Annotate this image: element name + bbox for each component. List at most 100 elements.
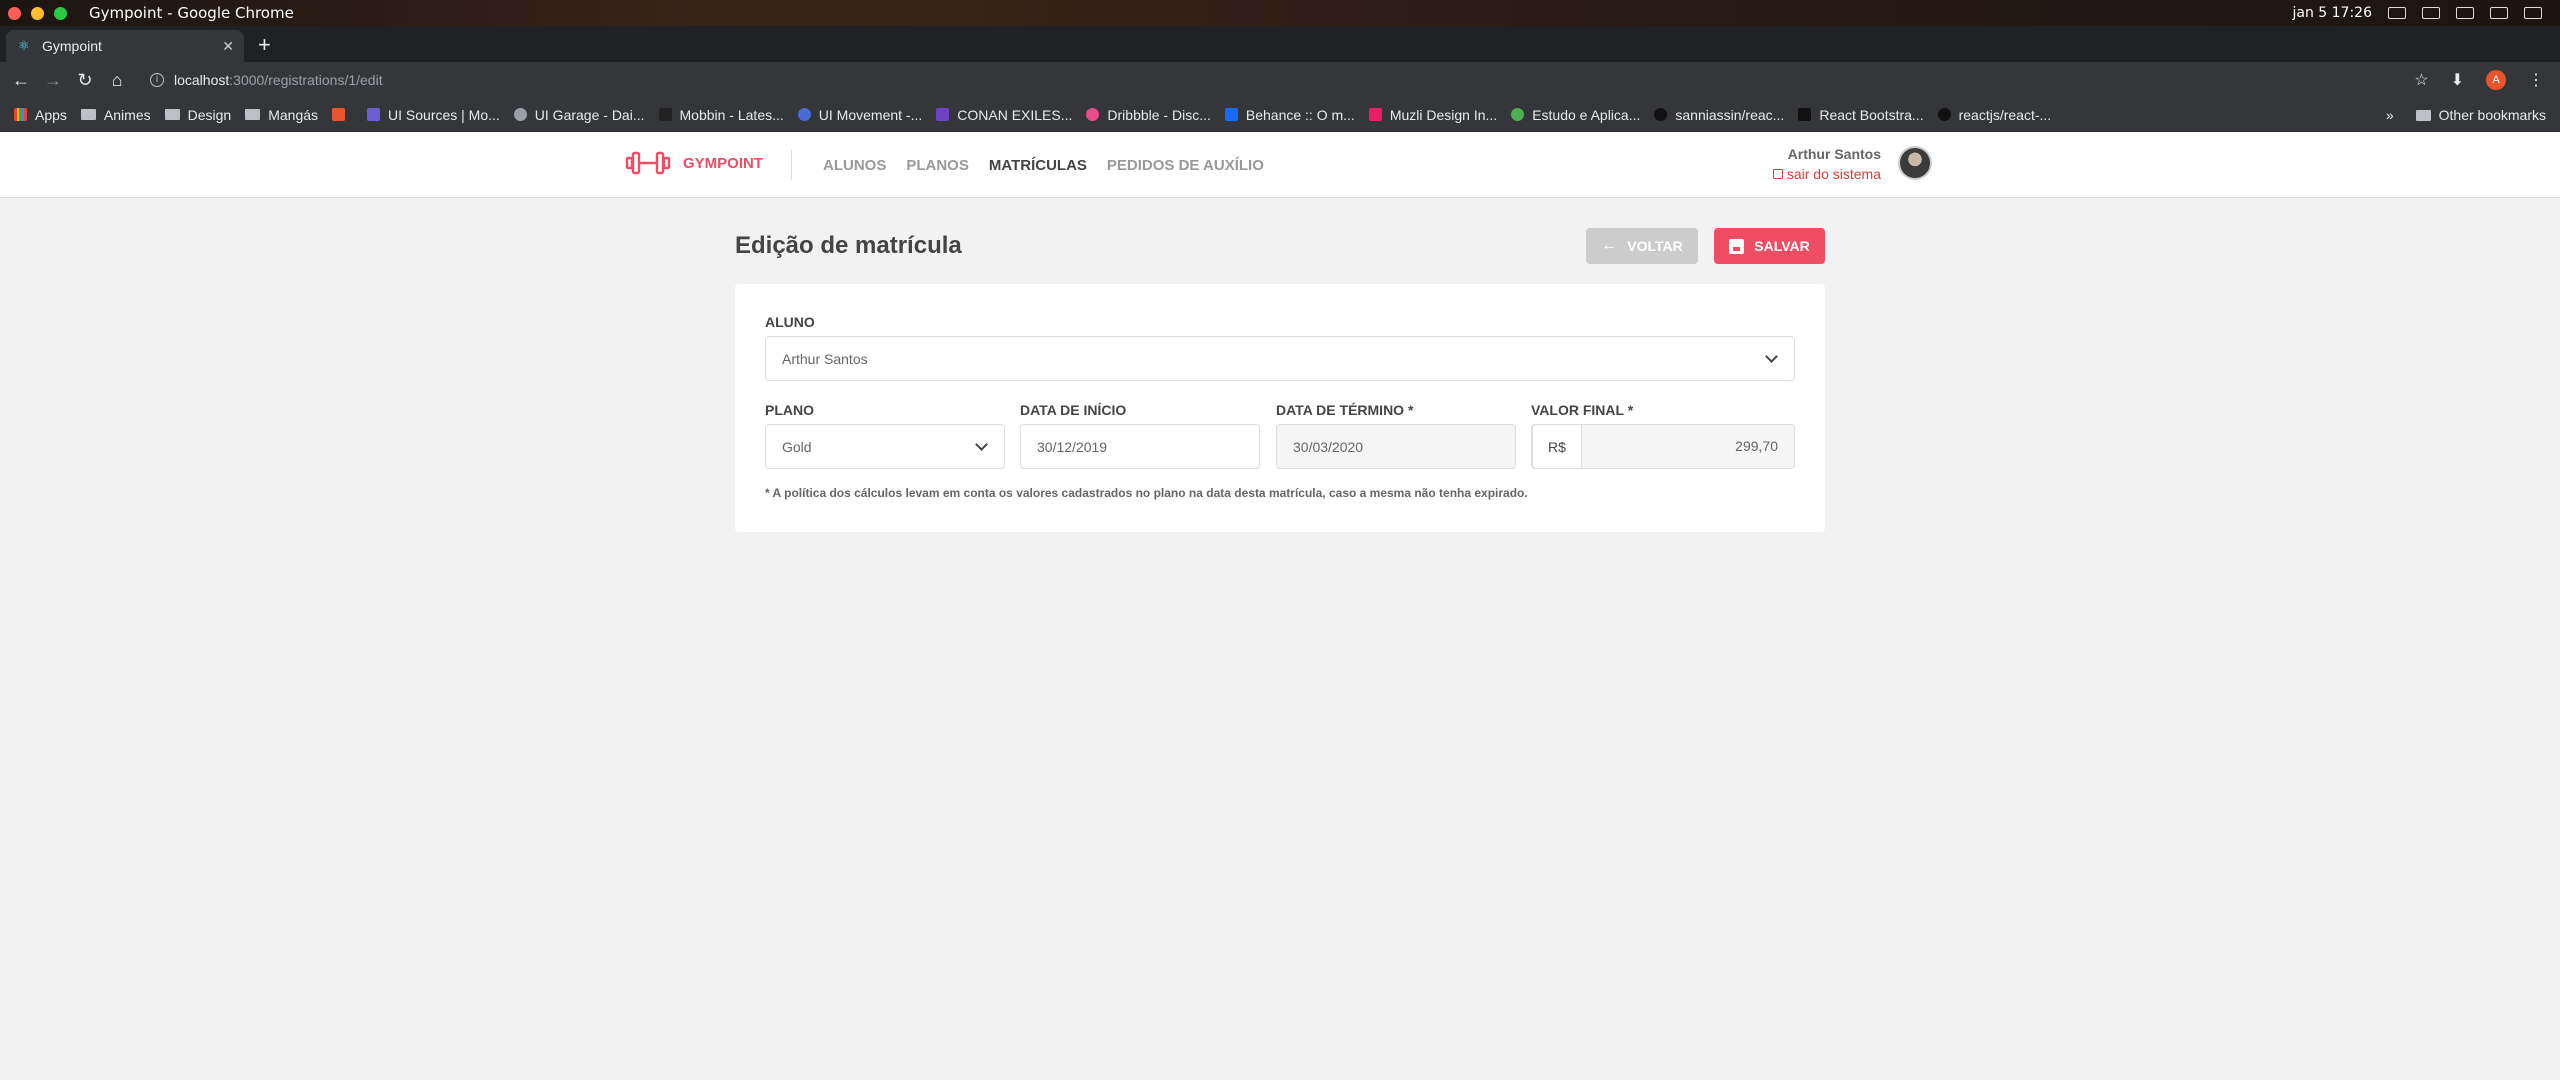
window-controls xyxy=(8,6,67,20)
bookmark-favicon-icon xyxy=(1798,108,1812,121)
avatar[interactable] xyxy=(1898,146,1932,180)
coffee-icon[interactable] xyxy=(2388,7,2406,19)
menu-kebab-icon[interactable]: ⋮ xyxy=(2528,70,2544,90)
apps-grid-icon xyxy=(14,108,27,121)
logo[interactable]: GYMPOINT xyxy=(625,150,763,176)
maximize-window-button[interactable] xyxy=(54,6,67,20)
bookmark-item[interactable]: React Bootstra... xyxy=(1798,107,1924,123)
plan-label: PLANO xyxy=(765,402,814,418)
bookmark-folder[interactable]: Mangás xyxy=(245,107,318,123)
price-field: R$ 299,70 xyxy=(1531,424,1795,469)
save-icon xyxy=(1729,238,1745,254)
nav-planos[interactable]: PLANOS xyxy=(906,157,969,174)
bookmark-item[interactable]: UI Garage - Dai... xyxy=(513,107,645,123)
bookmark-folder[interactable]: Design xyxy=(164,107,231,123)
other-bookmarks[interactable]: Other bookmarks xyxy=(2415,107,2546,123)
nav-matriculas[interactable]: MATRÍCULAS xyxy=(989,157,1087,174)
download-icon[interactable]: ⬇ xyxy=(2451,70,2464,90)
price-value: 299,70 xyxy=(1735,438,1778,454)
forward-arrow-icon[interactable]: → xyxy=(42,70,64,91)
bookmark-favicon-icon xyxy=(936,108,950,121)
page-head: Edição de matrícula ← VOLTAR SALVAR xyxy=(735,228,1825,264)
github-icon xyxy=(1654,108,1668,121)
power-icon[interactable] xyxy=(2524,7,2542,19)
currency-prefix: R$ xyxy=(1532,424,1582,469)
end-date-label: DATA DE TÉRMINO * xyxy=(1276,402,1414,418)
student-select[interactable]: Arthur Santos xyxy=(765,336,1795,381)
back-arrow-icon[interactable]: ← xyxy=(10,70,32,91)
bookmark-favicon-icon xyxy=(797,108,811,121)
bookmark-item[interactable] xyxy=(332,108,353,121)
app-header: GYMPOINT ALUNOS PLANOS MATRÍCULAS PEDIDO… xyxy=(0,132,2560,198)
browser-toolbar: ← → ↻ ⌂ i localhost :3000/registrations/… xyxy=(0,62,2560,98)
plan-select[interactable]: Gold xyxy=(765,424,1005,469)
reload-icon[interactable]: ↻ xyxy=(74,70,96,91)
bookmark-favicon-icon xyxy=(367,108,381,121)
system-tray: jan 5 17:26 xyxy=(2293,0,2542,26)
page-title: Edição de matrícula xyxy=(735,232,962,259)
clock[interactable]: jan 5 17:26 xyxy=(2293,5,2373,21)
bookmark-item[interactable]: Estudo e Aplica... xyxy=(1511,107,1640,123)
minimize-window-button[interactable] xyxy=(31,6,44,20)
dribbble-icon xyxy=(1086,108,1100,121)
network-icon[interactable] xyxy=(2456,7,2474,19)
close-window-button[interactable] xyxy=(8,6,21,20)
bookmark-item[interactable]: sanniassin/reac... xyxy=(1654,107,1784,123)
bookmark-apps[interactable]: Apps xyxy=(14,107,67,123)
policy-note: * A política dos cálculos levam em conta… xyxy=(765,486,1528,500)
folder-icon xyxy=(245,109,261,120)
nav-alunos[interactable]: ALUNOS xyxy=(823,157,886,174)
volume-icon[interactable] xyxy=(2490,7,2508,19)
registration-form: ALUNO Arthur Santos PLANO Gold DATA DE I… xyxy=(735,284,1825,532)
end-date-field: 30/03/2020 xyxy=(1276,424,1516,469)
bookmark-item[interactable]: Mobbin - Lates... xyxy=(658,107,784,123)
bookmark-item[interactable]: Muzli Design In... xyxy=(1368,107,1497,123)
bookmark-item[interactable]: Behance :: O m... xyxy=(1224,107,1355,123)
dumbbell-icon xyxy=(625,151,671,175)
user-name: Arthur Santos xyxy=(1787,146,1881,162)
bookmark-favicon-icon xyxy=(658,108,672,121)
bookmarks-bar: Apps Animes Design Mangás UI Sources | M… xyxy=(0,98,2560,132)
bookmark-star-icon[interactable]: ☆ xyxy=(2414,70,2428,90)
url-path: :3000/registrations/1/edit xyxy=(229,72,383,88)
bookmark-item[interactable]: UI Sources | Mo... xyxy=(367,107,500,123)
home-icon[interactable]: ⌂ xyxy=(106,70,128,91)
main-nav: ALUNOS PLANOS MATRÍCULAS PEDIDOS DE AUXÍ… xyxy=(823,132,1264,198)
bookmarks-right: » Other bookmarks xyxy=(2386,98,2546,132)
chevron-down-icon xyxy=(975,438,988,451)
bookmark-favicon-icon xyxy=(513,108,527,121)
logo-text: GYMPOINT xyxy=(683,154,764,172)
folder-icon xyxy=(80,109,96,120)
bookmark-item[interactable]: CONAN EXILES... xyxy=(936,107,1072,123)
arrow-left-icon: ← xyxy=(1601,237,1618,254)
back-button[interactable]: ← VOLTAR xyxy=(1586,228,1698,264)
logout-icon xyxy=(1772,169,1783,179)
nav-pedidos-de-auxilio[interactable]: PEDIDOS DE AUXÍLIO xyxy=(1107,157,1264,174)
new-tab-button[interactable]: + xyxy=(258,32,271,58)
start-date-label: DATA DE INÍCIO xyxy=(1020,402,1127,418)
site-info-icon[interactable]: i xyxy=(150,73,164,87)
folder-icon xyxy=(2415,109,2431,121)
bookmark-folder[interactable]: Animes xyxy=(80,107,151,123)
browser-tab[interactable]: ⚛ Gympoint ✕ xyxy=(6,30,244,62)
save-button[interactable]: SALVAR xyxy=(1714,228,1825,264)
bookmark-favicon-icon xyxy=(1511,108,1525,121)
bookmark-item[interactable]: UI Movement -... xyxy=(797,107,922,123)
profile-avatar[interactable]: A xyxy=(2486,70,2506,90)
react-favicon-icon: ⚛ xyxy=(18,38,30,53)
logout-link[interactable]: sair do sistema xyxy=(1772,166,1881,182)
start-date-input[interactable]: 30/12/2019 xyxy=(1020,424,1260,469)
bookmark-item[interactable]: reactjs/react-... xyxy=(1937,107,2051,123)
muzli-icon xyxy=(1368,108,1382,121)
close-tab-icon[interactable]: ✕ xyxy=(222,38,234,55)
keyboard-icon[interactable] xyxy=(2422,7,2440,19)
tab-title: Gympoint xyxy=(42,38,102,54)
behance-icon xyxy=(1224,108,1238,121)
bookmark-item[interactable]: Dribbble - Disc... xyxy=(1086,107,1211,123)
url-host: localhost xyxy=(174,72,230,88)
window-title: Gympoint - Google Chrome xyxy=(89,4,294,22)
header-divider xyxy=(791,150,792,180)
more-bookmarks-chevron-icon[interactable]: » xyxy=(2386,107,2394,123)
student-label: ALUNO xyxy=(765,314,815,330)
address-bar[interactable]: i localhost :3000/registrations/1/edit xyxy=(140,66,2400,94)
